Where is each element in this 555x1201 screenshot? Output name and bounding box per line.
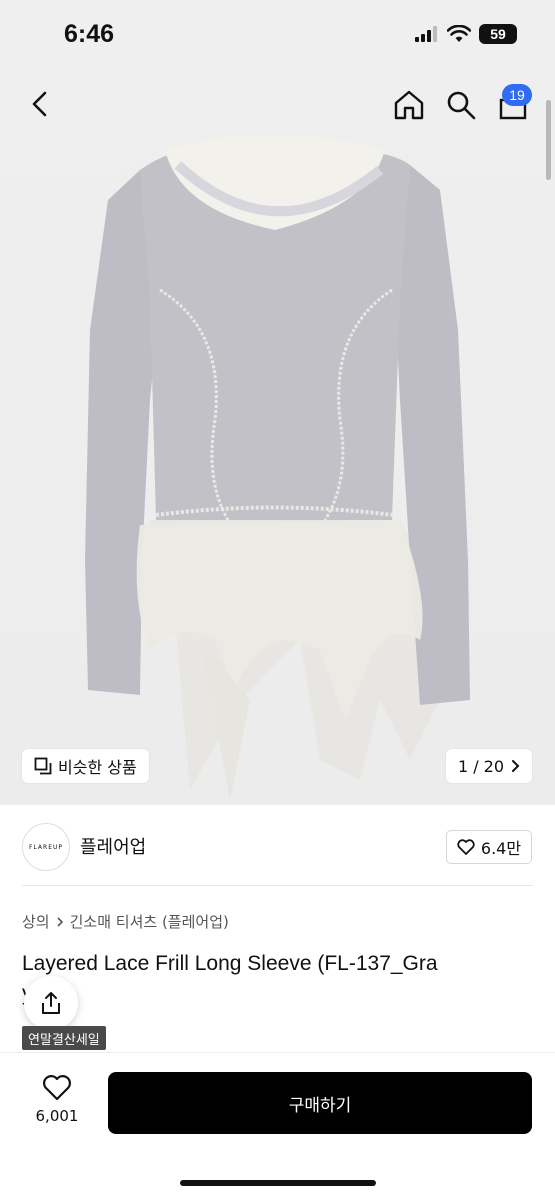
battery-icon: 59 [479,24,517,44]
heart-icon [43,1075,71,1101]
wishlist-count: 6,001 [35,1107,79,1125]
wishlist-button[interactable]: 6,001 [30,1074,84,1125]
chevron-right-icon [57,916,63,927]
garment-image [0,72,555,805]
brand-logo[interactable]: FLAREUP [22,823,70,871]
back-button[interactable] [22,86,58,122]
status-icons: 59 [415,24,517,44]
share-button[interactable] [24,976,78,1030]
home-indicator [180,1180,376,1186]
buy-button[interactable]: 구매하기 [108,1072,532,1134]
brand-like-button[interactable]: 6.4만 [446,830,532,864]
cart-count-badge: 19 [502,84,532,106]
copy-icon [34,757,52,775]
brand-like-count: 6.4만 [480,839,522,858]
chevron-right-icon [512,760,520,772]
image-counter-text: 1 / 20 [457,756,505,776]
home-icon [394,90,424,120]
divider [22,885,533,886]
breadcrumb: 상의 긴소매 티셔츠 (플레어업) [22,911,229,932]
product-image[interactable] [0,72,555,805]
signal-icon [415,26,437,42]
search-button[interactable] [442,86,480,124]
brand-name[interactable]: 플레어업 [80,833,146,859]
scrollbar[interactable] [546,100,551,180]
home-button[interactable] [390,86,428,124]
product-title: Layered Lace Frill Long Sleeve (FL-137_G… [22,952,438,975]
brand-logo-text: FLAREUP [28,843,63,851]
share-icon [42,992,60,1014]
search-icon [447,91,476,120]
status-time: 6:46 [64,20,115,48]
status-bar: 6:46 59 [0,0,555,72]
heart-icon [457,839,475,855]
chevron-left-icon [32,91,47,117]
image-counter[interactable]: 1 / 20 [446,749,532,783]
similar-products-label: 비슷한 상품 [58,758,137,777]
similar-products-button[interactable]: 비슷한 상품 [22,749,149,783]
wifi-icon [447,25,471,42]
breadcrumb-subcategory[interactable]: 긴소매 티셔츠 (플레어업) [70,911,229,932]
sale-badge: 연말결산세일 [22,1026,106,1050]
breadcrumb-category[interactable]: 상의 [22,911,50,932]
